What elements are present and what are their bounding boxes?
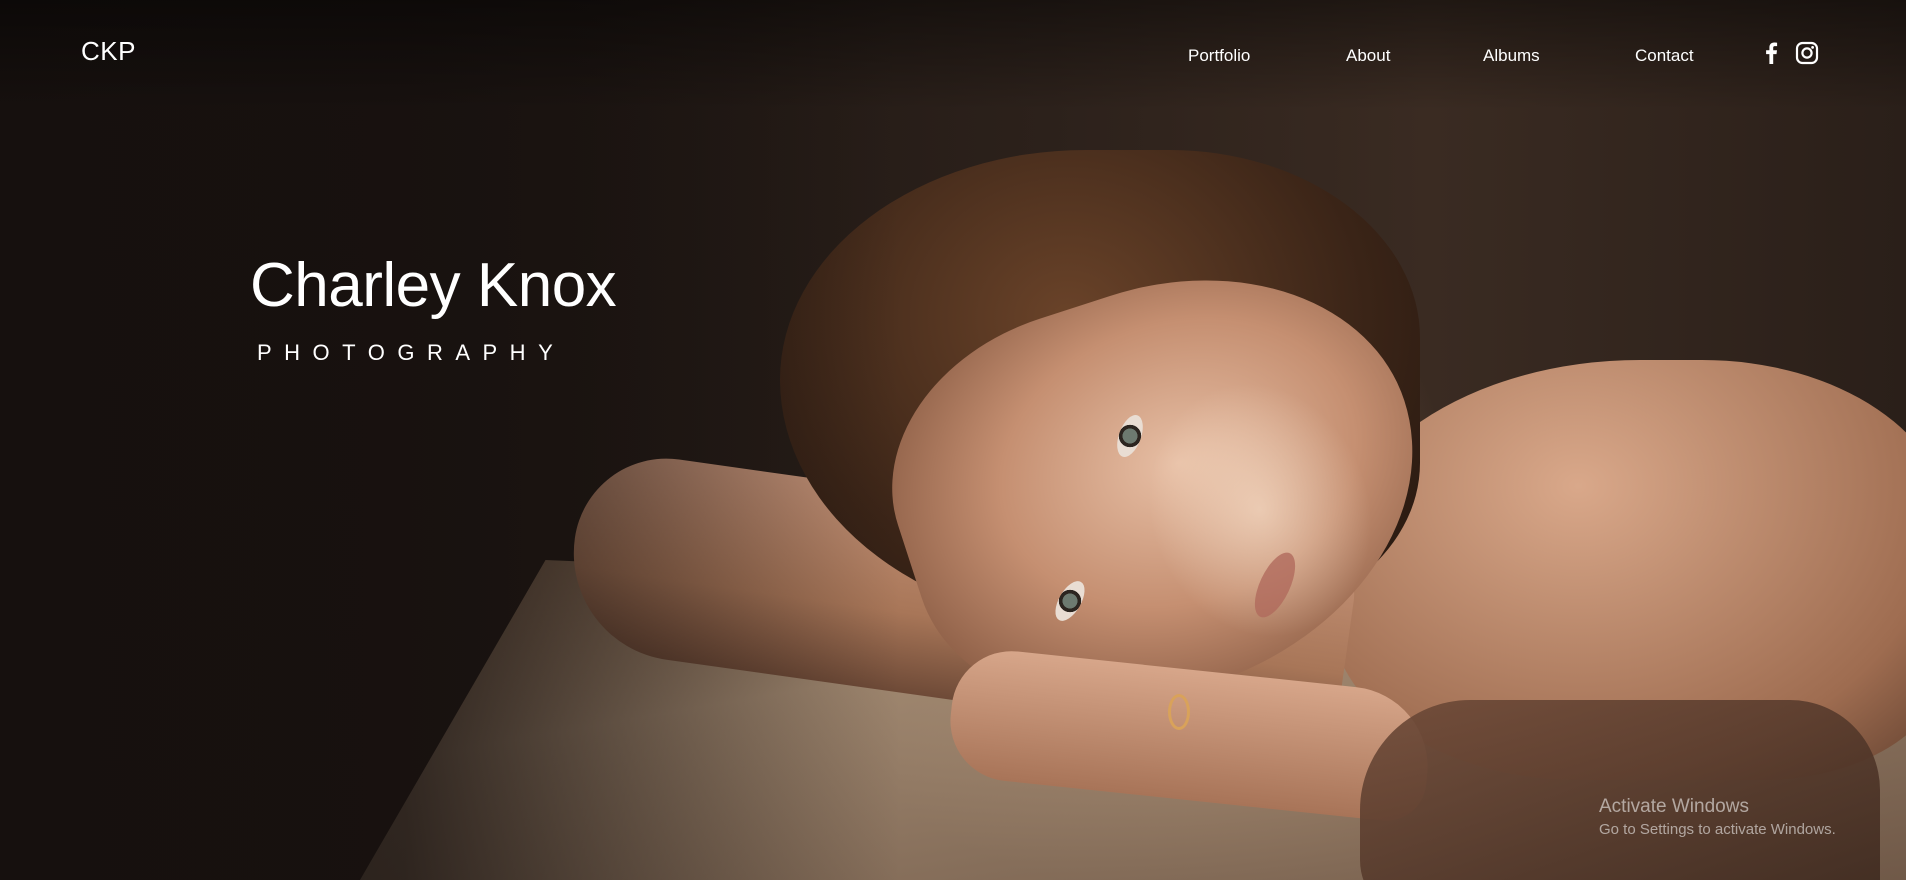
hero-overlay: [0, 0, 900, 880]
nav-portfolio[interactable]: Portfolio: [1188, 46, 1250, 66]
activate-windows-title: Activate Windows: [1599, 796, 1749, 817]
header-overlay: [0, 0, 1906, 110]
hero-title: Charley Knox: [250, 251, 617, 320]
hero-section: CKP Portfolio About Albums Contact Charl…: [0, 0, 1906, 880]
nav-albums[interactable]: Albums: [1483, 46, 1540, 66]
site-logo[interactable]: CKP: [81, 36, 136, 67]
activate-windows-subtitle: Go to Settings to activate Windows.: [1599, 821, 1836, 838]
nav-about[interactable]: About: [1346, 46, 1390, 66]
hero-subtitle: PHOTOGRAPHY: [257, 340, 566, 365]
photo-ring: [1168, 694, 1190, 730]
photo-foreground-hand: [1360, 700, 1880, 880]
nav-contact[interactable]: Contact: [1635, 46, 1694, 66]
facebook-icon[interactable]: [1759, 40, 1785, 66]
instagram-icon[interactable]: [1794, 40, 1820, 66]
